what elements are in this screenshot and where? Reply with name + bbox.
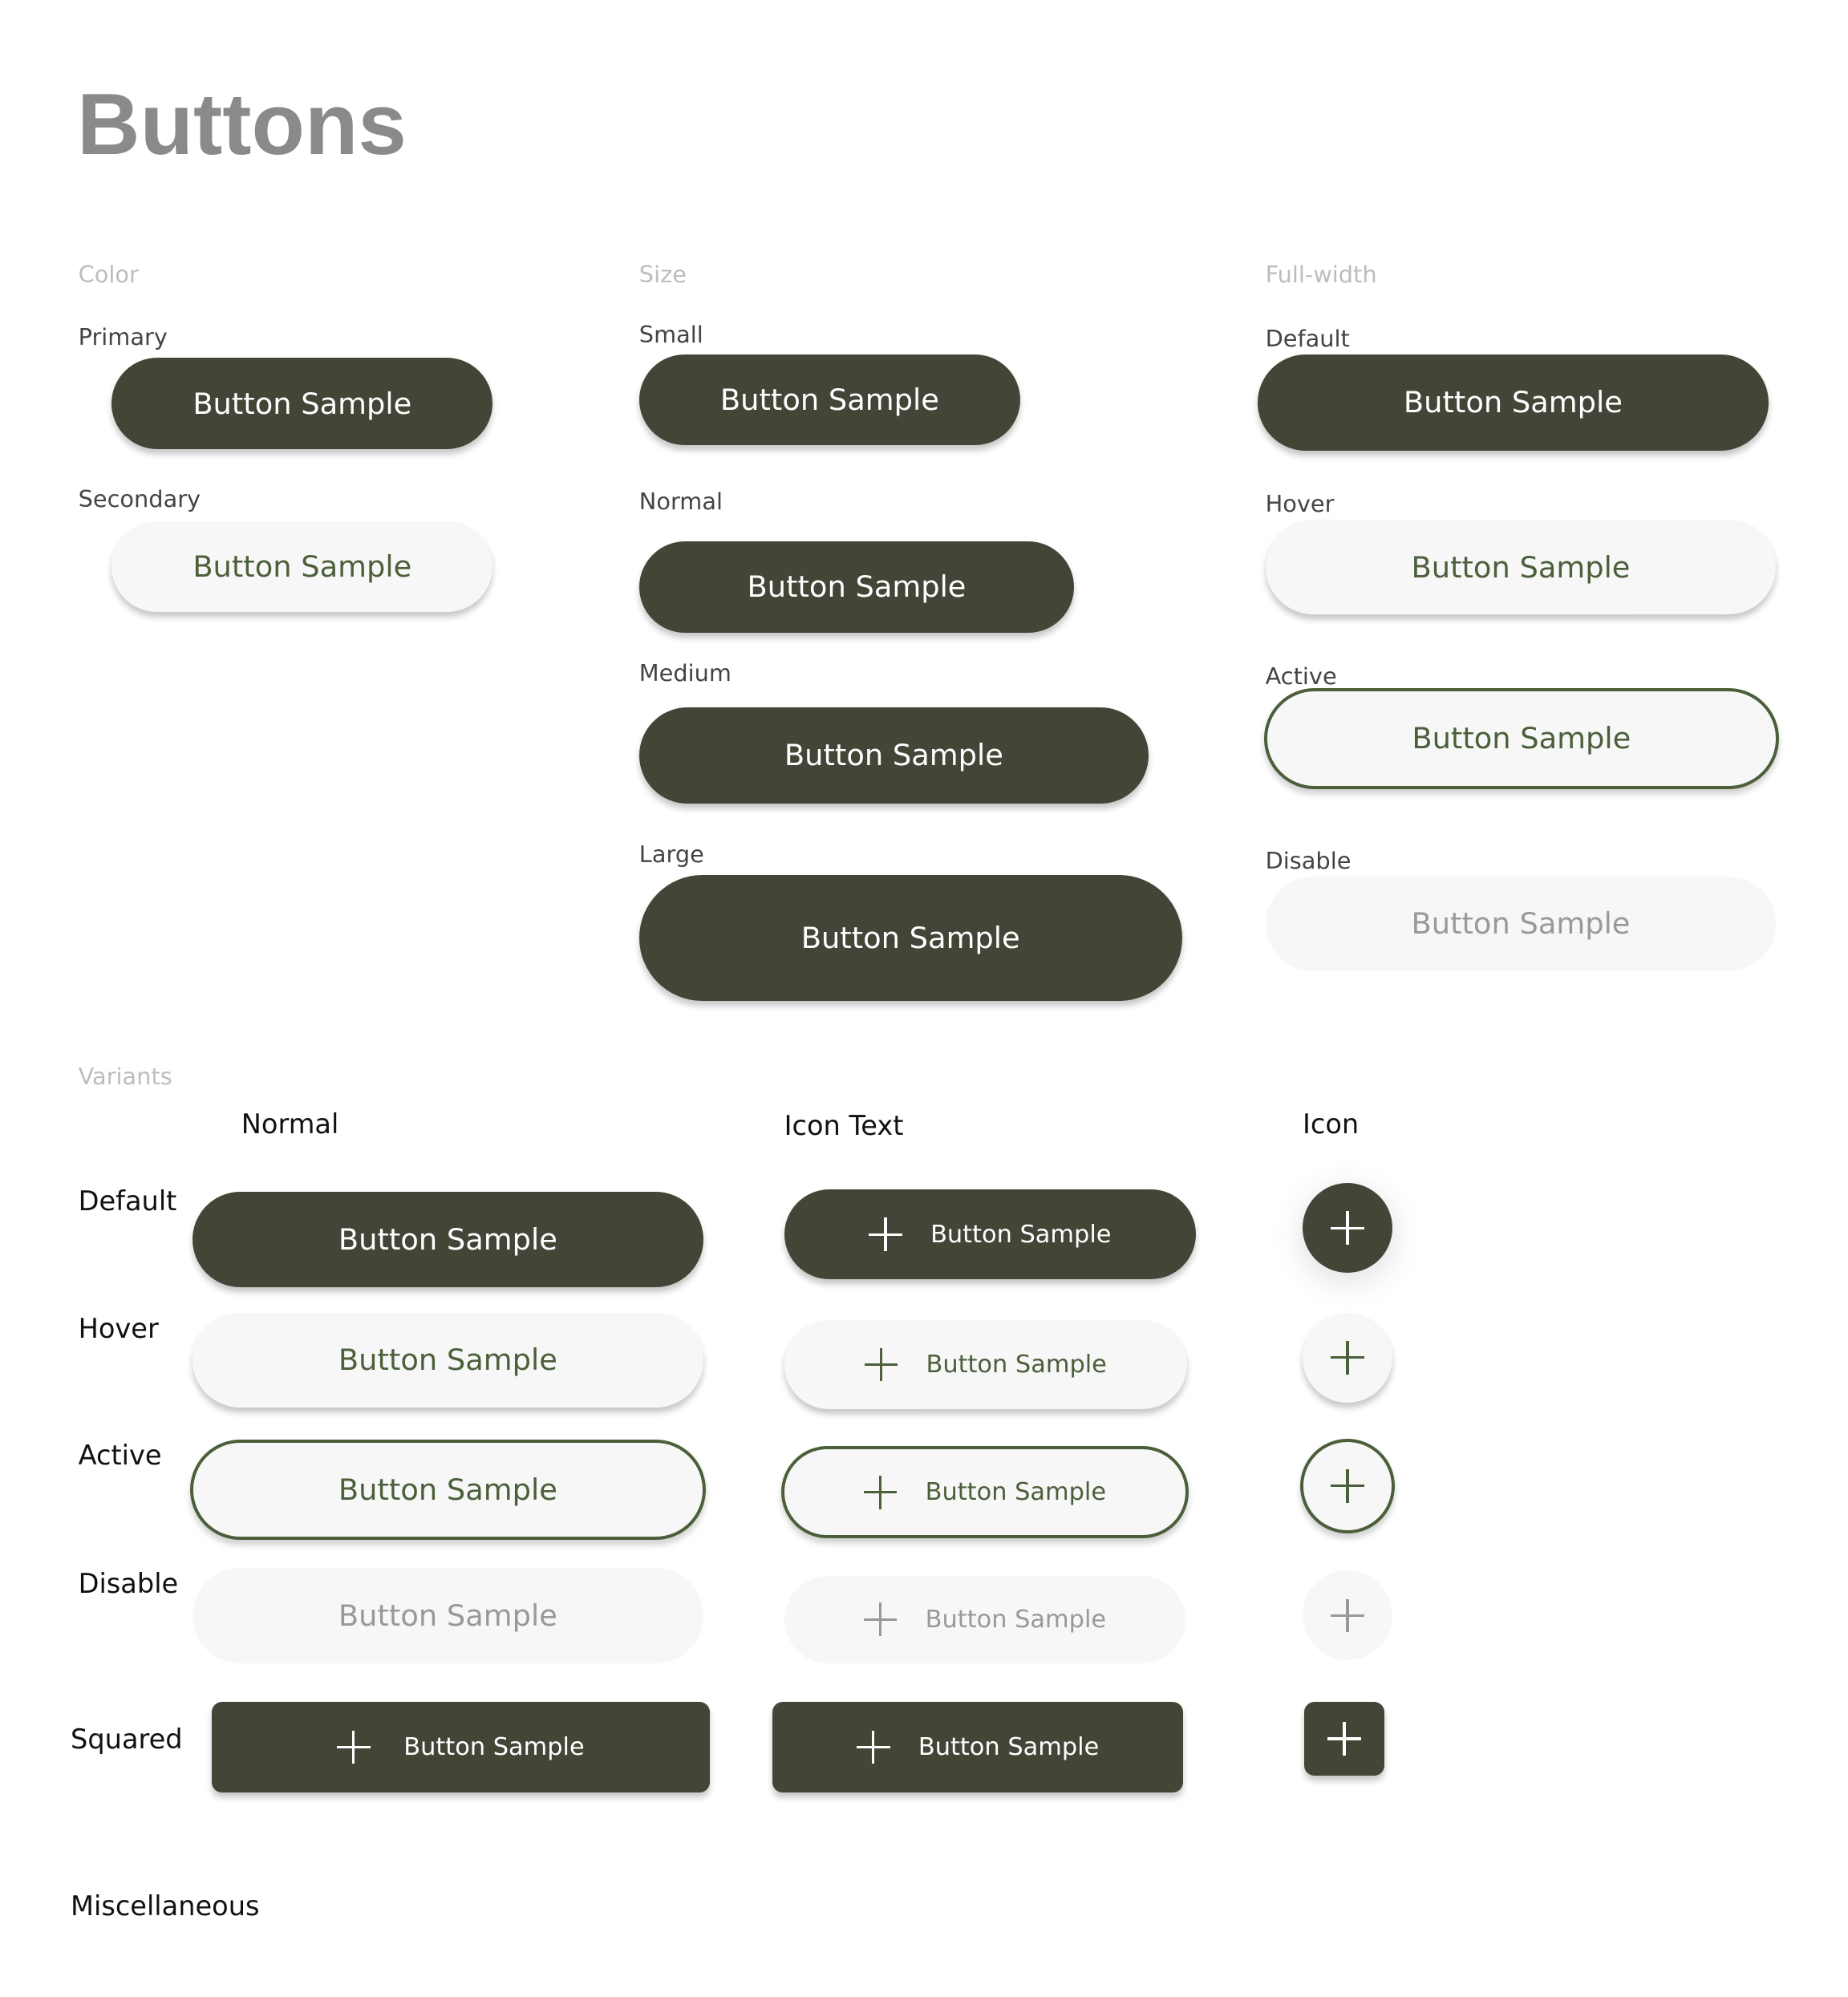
button-label: Button Sample (338, 1343, 557, 1378)
variant-icon-active-button[interactable] (1299, 1438, 1396, 1533)
variant-icon-default-button[interactable] (1303, 1183, 1392, 1274)
button-label: Button Sample (403, 1732, 585, 1761)
variant-normal-active-button[interactable]: Button Sample (189, 1440, 706, 1540)
variant-icon-text-hover-button[interactable]: Button Sample (784, 1320, 1187, 1409)
label-secondary: Secondary (78, 484, 201, 512)
button-label: Button Sample (338, 1472, 557, 1508)
variant-icon-text-squared-button[interactable]: Button Sample (772, 1701, 1184, 1793)
variant-icon-text-active-button[interactable]: Button Sample (781, 1446, 1189, 1539)
section-full-width-title: Full-width (1265, 260, 1377, 288)
variant-normal-default-button[interactable]: Button Sample (192, 1192, 703, 1287)
button-label: Button Sample (925, 1605, 1107, 1634)
label-small: Small (638, 321, 703, 348)
label-default: Default (1265, 324, 1350, 352)
button-label: Button Sample (1412, 721, 1631, 756)
plus-icon (337, 1730, 371, 1764)
plus-icon (863, 1475, 898, 1509)
button-label: Button Sample (800, 921, 1020, 956)
label-normal: Normal (638, 488, 723, 515)
button-label: Button Sample (930, 1220, 1112, 1249)
variant-normal-disabled-button[interactable]: Button Sample (192, 1568, 703, 1663)
button-label: Button Sample (1411, 906, 1631, 942)
small-button[interactable]: Button Sample (638, 354, 1020, 446)
variant-icon-text-default-button[interactable]: Button Sample (784, 1189, 1197, 1280)
column-icon: Icon (1303, 1108, 1360, 1140)
variant-icon-squared-button[interactable] (1303, 1701, 1385, 1776)
button-label: Button Sample (747, 569, 967, 605)
variant-icon-disabled-button[interactable] (1303, 1570, 1392, 1661)
variant-normal-squared-button[interactable]: Button Sample (212, 1701, 710, 1793)
label-active: Active (1265, 662, 1337, 690)
section-color-title: Color (78, 260, 139, 288)
full-width-disabled-button[interactable]: Button Sample (1265, 876, 1777, 972)
full-width-active-button[interactable]: Button Sample (1264, 687, 1779, 789)
variant-normal-hover-button[interactable]: Button Sample (192, 1312, 703, 1408)
normal-button[interactable]: Button Sample (638, 541, 1075, 633)
button-label: Button Sample (338, 1598, 557, 1633)
button-label: Button Sample (926, 1351, 1107, 1379)
plus-icon (1331, 1468, 1364, 1503)
full-width-hover-button[interactable]: Button Sample (1265, 520, 1777, 615)
plus-icon (1331, 1341, 1364, 1375)
row-disable: Disable (78, 1568, 179, 1600)
large-button[interactable]: Button Sample (638, 875, 1182, 1001)
full-width-default-button[interactable]: Button Sample (1258, 354, 1769, 451)
plus-icon (863, 1602, 898, 1636)
label-hover: Hover (1265, 490, 1335, 518)
section-variants-title: Variants (78, 1062, 172, 1090)
row-active: Active (78, 1440, 162, 1472)
plus-icon (857, 1730, 890, 1764)
row-default: Default (78, 1185, 177, 1217)
label-primary: Primary (78, 323, 168, 351)
label-large: Large (638, 841, 704, 868)
column-icon-text: Icon Text (784, 1110, 904, 1141)
plus-icon (1327, 1722, 1361, 1756)
button-label: Button Sample (784, 738, 1003, 773)
label-medium: Medium (638, 659, 732, 687)
page-title: Buttons (77, 75, 407, 173)
plus-icon (1331, 1598, 1364, 1633)
button-label: Button Sample (192, 386, 412, 421)
column-normal: Normal (241, 1108, 339, 1140)
row-squared: Squared (71, 1723, 183, 1755)
button-label: Button Sample (192, 549, 412, 584)
section-size-title: Size (638, 260, 687, 288)
button-label: Button Sample (338, 1222, 557, 1258)
buttons-page: Buttons Color Primary Button Sample Seco… (0, 0, 1848, 1997)
variant-icon-text-disabled-button[interactable]: Button Sample (784, 1575, 1186, 1663)
row-hover: Hover (78, 1312, 159, 1344)
button-label: Button Sample (918, 1732, 1100, 1761)
secondary-button[interactable]: Button Sample (111, 521, 493, 613)
primary-button[interactable]: Button Sample (111, 358, 493, 449)
label-disable: Disable (1265, 847, 1352, 874)
plus-icon (1331, 1211, 1364, 1245)
plus-icon (864, 1347, 898, 1382)
section-misc-title: Miscellaneous (71, 1890, 260, 1922)
variant-icon-hover-button[interactable] (1303, 1312, 1392, 1403)
medium-button[interactable]: Button Sample (638, 707, 1149, 804)
button-label: Button Sample (1403, 385, 1623, 420)
button-label: Button Sample (719, 382, 939, 417)
button-label: Button Sample (925, 1478, 1107, 1507)
button-label: Button Sample (1411, 549, 1631, 585)
plus-icon (869, 1217, 902, 1251)
